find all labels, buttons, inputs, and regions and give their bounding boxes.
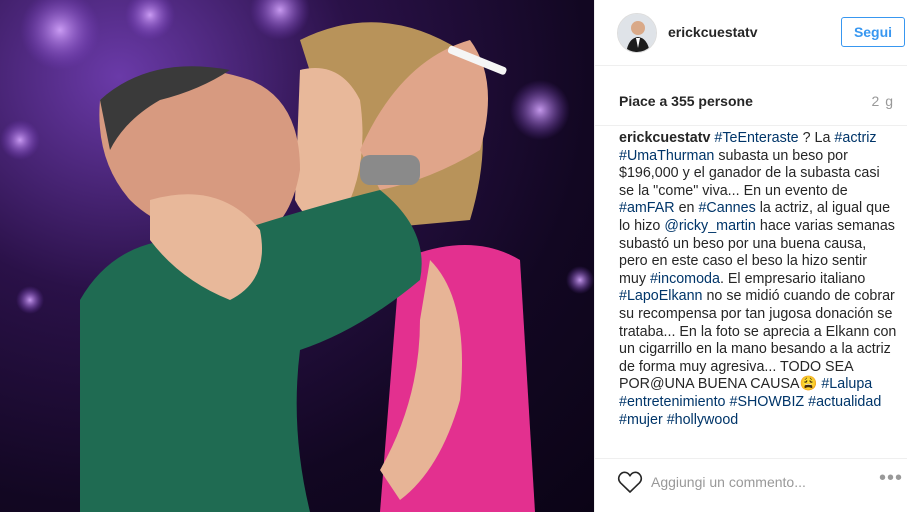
post-sidebar: erickcuestatv Segui Piace a 355 persone … xyxy=(594,0,907,512)
caption-text-segment: en xyxy=(674,200,699,217)
post-photo-illustration xyxy=(0,0,594,512)
caption-hashtag-link[interactable]: #Lalupa xyxy=(821,376,872,392)
likes-row: Piace a 355 persone 2 g xyxy=(595,66,907,126)
comment-bar: ••• xyxy=(595,458,907,512)
post-photo[interactable] xyxy=(0,0,594,512)
caption-hashtag-link[interactable]: #entretenimiento xyxy=(619,394,726,410)
post-caption: erickcuestatv #TeEnteraste ? La #actriz … xyxy=(619,130,897,446)
caption-hashtag-link[interactable]: #hollywood xyxy=(667,412,739,428)
author-username[interactable]: erickcuestatv xyxy=(668,24,758,40)
follow-button[interactable]: Segui xyxy=(841,17,905,47)
caption-hashtag-link[interactable]: #actriz xyxy=(834,130,876,146)
caption-hashtag-link[interactable]: #LapoElkann xyxy=(619,288,702,304)
caption-hashtag-link[interactable]: #incomoda xyxy=(650,271,720,287)
caption-hashtag-link[interactable]: #mujer xyxy=(619,412,663,428)
heart-icon[interactable] xyxy=(617,470,643,494)
caption-text-segment: . El empresario italiano xyxy=(719,270,866,287)
caption-hashtag-link[interactable]: #actualidad xyxy=(808,394,881,410)
caption-text-segment: ? La xyxy=(798,130,835,146)
caption-hashtag-link[interactable]: #amFAR xyxy=(619,200,675,216)
caption-hashtag-link[interactable]: @ricky_martin xyxy=(664,218,756,234)
caption-author[interactable]: erickcuestatv xyxy=(619,130,710,146)
more-options-icon[interactable]: ••• xyxy=(879,467,903,490)
caption-hashtag-link[interactable]: #SHOWBIZ xyxy=(730,394,805,410)
post-timestamp[interactable]: 2 g xyxy=(872,93,894,109)
avatar[interactable] xyxy=(617,13,657,53)
caption-hashtag-link[interactable]: #UmaThurman xyxy=(619,148,714,164)
caption-text: #TeEnteraste ? La #actriz #UmaThurman su… xyxy=(619,130,896,428)
caption-hashtag-link[interactable]: #TeEnteraste xyxy=(714,130,798,146)
comment-input[interactable] xyxy=(651,471,861,493)
caption-hashtag-link[interactable]: #Cannes xyxy=(698,200,755,216)
post-header: erickcuestatv Segui xyxy=(595,0,907,66)
likes-count[interactable]: Piace a 355 persone xyxy=(619,93,753,109)
avatar-image xyxy=(618,14,656,52)
